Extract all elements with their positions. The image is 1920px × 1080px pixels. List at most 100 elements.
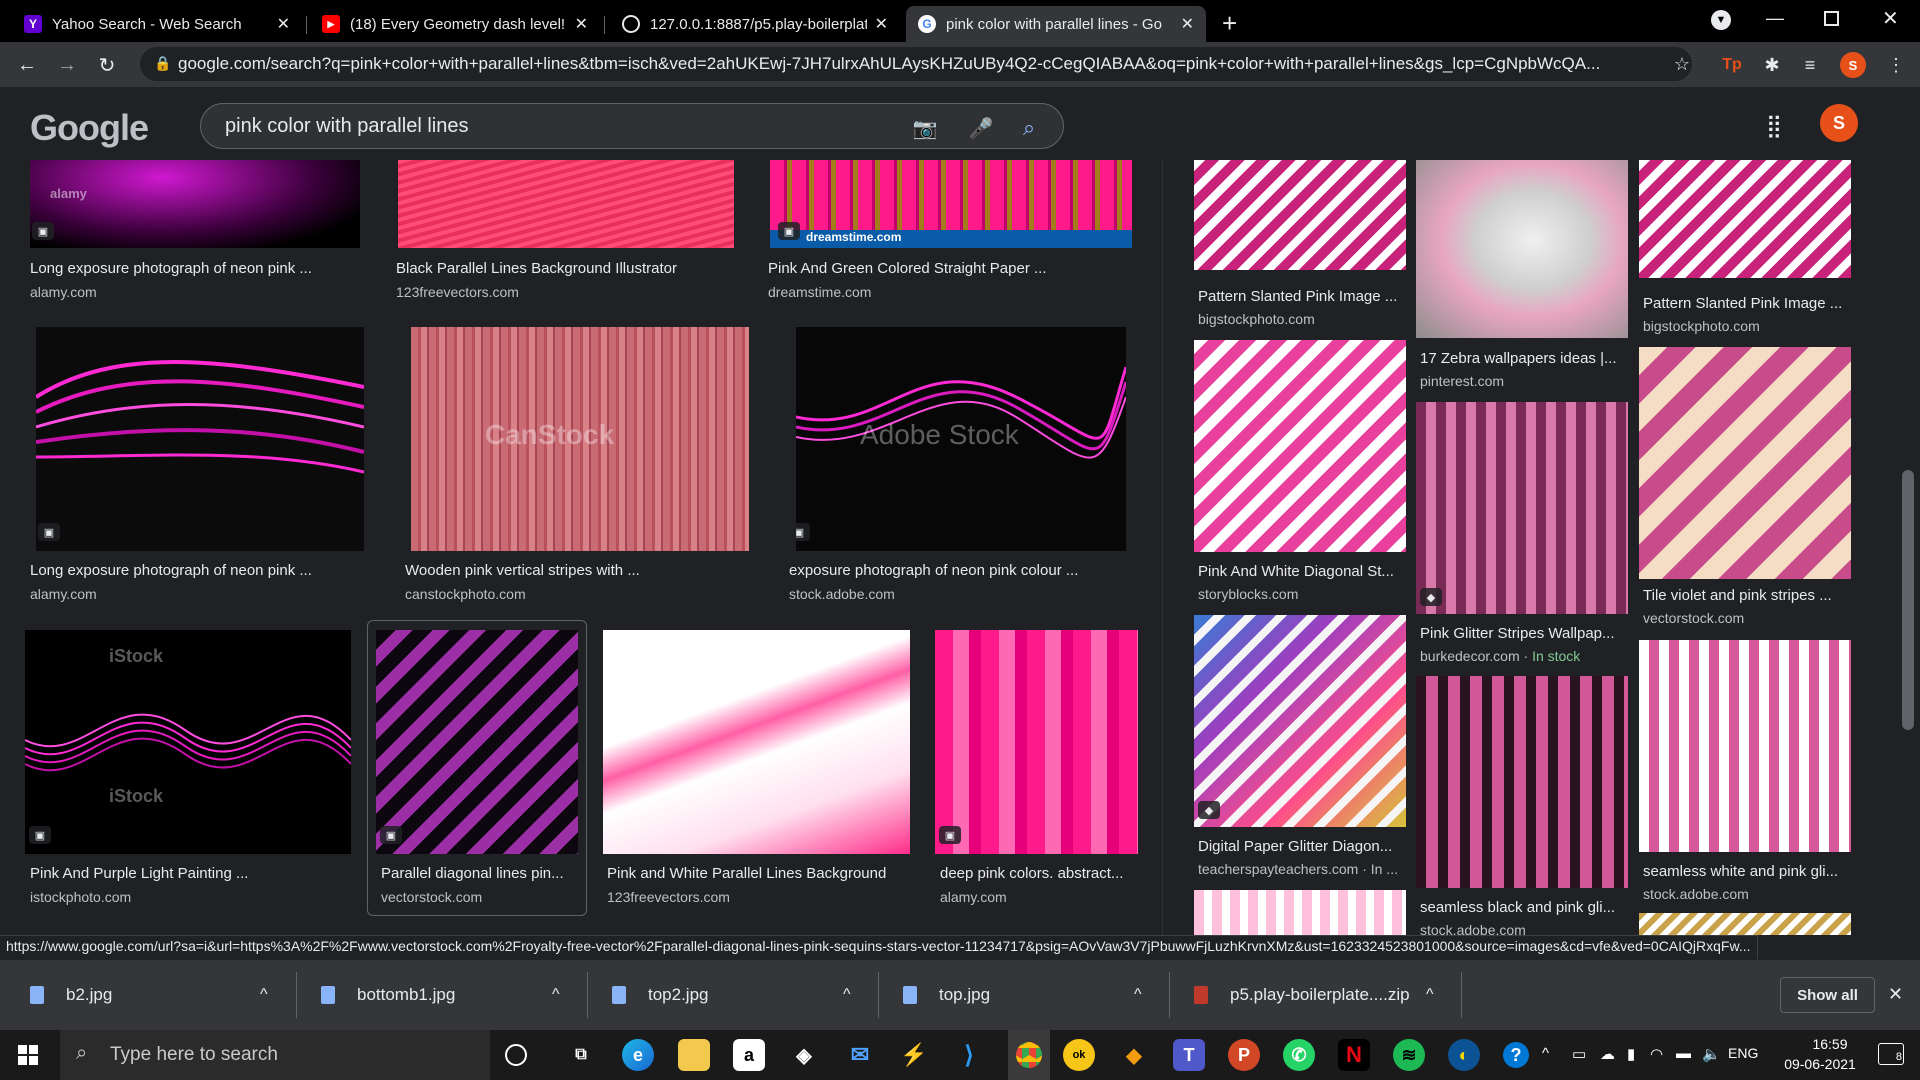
forward-icon[interactable]: → [52, 50, 82, 80]
result-thumbnail[interactable] [1416, 160, 1628, 338]
result-title[interactable]: Pink Glitter Stripes Wallpap... [1420, 625, 1630, 642]
result-title[interactable]: seamless white and pink gli... [1643, 863, 1853, 880]
result-thumbnail[interactable]: CanStock [411, 327, 749, 551]
meeting-icon[interactable]: ▬ [1676, 1045, 1691, 1062]
scrollbar-track[interactable] [1898, 160, 1920, 935]
wifi-icon[interactable]: ◠ [1650, 1045, 1663, 1063]
result-title[interactable]: Pink and White Parallel Lines Background [607, 865, 907, 882]
menu-kebab-icon[interactable]: ⋮ [1884, 53, 1908, 77]
result-title[interactable]: Long exposure photograph of neon pink ..… [30, 562, 360, 579]
chevron-up-icon[interactable]: ^ [1134, 986, 1142, 1004]
result-title[interactable]: exposure photograph of neon pink colour … [789, 562, 1129, 579]
account-avatar[interactable]: S [1820, 104, 1858, 142]
result-thumbnail[interactable]: ▣ [36, 327, 364, 551]
scrollbar-thumb[interactable] [1902, 470, 1914, 730]
mail-icon[interactable]: ✉ [844, 1039, 876, 1071]
result-thumbnail[interactable] [1194, 340, 1406, 552]
result-title[interactable]: Pattern Slanted Pink Image ... [1643, 295, 1853, 312]
address-bar[interactable]: 🔒 google.com/search?q=pink+color+with+pa… [140, 47, 1692, 81]
result-title[interactable]: deep pink colors. abstract... [940, 865, 1140, 882]
whatsapp-icon[interactable]: ✆ [1283, 1039, 1315, 1071]
cortana-icon[interactable] [505, 1044, 527, 1066]
back-icon[interactable]: ← [12, 50, 42, 80]
result-thumbnail[interactable]: ▣ [376, 630, 578, 854]
clock-time[interactable]: 16:59 [1790, 1036, 1870, 1052]
notification-center-icon[interactable]: 8 [1878, 1043, 1904, 1065]
show-all-button[interactable]: Show all [1780, 977, 1875, 1013]
result-thumbnail[interactable]: iStock iStock ▣ [25, 630, 351, 854]
search-icon[interactable]: ⌕ [1017, 115, 1041, 140]
result-thumbnail[interactable] [1194, 890, 1406, 935]
close-icon[interactable]: ✕ [575, 14, 588, 34]
close-downloads-icon[interactable]: ✕ [1888, 984, 1903, 1005]
result-thumbnail[interactable] [1416, 676, 1628, 888]
netflix-icon[interactable]: N [1338, 1039, 1370, 1071]
clock-date[interactable]: 09-06-2021 [1770, 1056, 1870, 1072]
vscode-icon[interactable]: ⟩ [953, 1039, 985, 1071]
chevron-up-icon[interactable]: ^ [260, 986, 268, 1004]
result-title[interactable]: Long exposure photograph of neon pink ..… [30, 260, 360, 277]
download-item[interactable]: p5.play-boilerplate....zip ^ [1164, 960, 1464, 1030]
chrome-icon[interactable] [1008, 1030, 1050, 1080]
result-thumbnail[interactable] [1639, 913, 1851, 935]
tab-youtube[interactable]: ▶ (18) Every Geometry dash level! w ✕ [310, 6, 600, 42]
git-icon[interactable]: ◆ [1118, 1039, 1150, 1071]
result-thumbnail[interactable] [1639, 640, 1851, 852]
window-close-icon[interactable]: ✕ [1882, 6, 1899, 31]
reading-list-icon[interactable]: ≡ [1798, 53, 1822, 77]
download-item[interactable]: top.jpg ^ [873, 960, 1165, 1030]
pacman-icon[interactable]: ◐ [1448, 1039, 1480, 1071]
reload-icon[interactable]: ↻ [92, 50, 122, 80]
result-thumbnail[interactable] [1639, 347, 1851, 579]
tab-localhost[interactable]: 127.0.0.1:8887/p5.play-boilerplat ✕ [610, 6, 900, 42]
close-icon[interactable]: ✕ [875, 14, 888, 34]
dropbox-icon[interactable]: ◈ [788, 1039, 820, 1071]
arrow-app-icon[interactable]: ⚡ [898, 1039, 930, 1071]
result-title[interactable]: 17 Zebra wallpapers ideas |... [1420, 350, 1630, 367]
result-title[interactable]: Black Parallel Lines Background Illustra… [396, 260, 736, 277]
help-icon[interactable]: ? [1503, 1042, 1529, 1068]
restore-icon[interactable] [1824, 11, 1839, 26]
battery-icon[interactable]: ▮ [1627, 1045, 1635, 1063]
result-title[interactable]: seamless black and pink gli... [1420, 899, 1630, 916]
download-item[interactable]: b2.jpg ^ [0, 960, 296, 1030]
bookmark-star-icon[interactable]: ☆ [1670, 52, 1694, 76]
chevron-up-icon[interactable]: ^ [1426, 986, 1434, 1004]
result-thumbnail[interactable] [398, 160, 734, 248]
profile-avatar[interactable]: S [1840, 52, 1866, 78]
result-thumbnail[interactable]: ◆ [1416, 402, 1628, 614]
result-thumbnail[interactable]: Adobe Stock ▣ [796, 327, 1126, 551]
result-thumbnail[interactable]: dreamstime.com ▣ [770, 160, 1132, 248]
close-icon[interactable]: ✕ [1181, 14, 1194, 34]
teams-icon[interactable]: T [1173, 1039, 1205, 1071]
apps-grid-icon[interactable]: ⣿ [1766, 113, 1782, 139]
amazon-icon[interactable]: a [733, 1039, 765, 1071]
new-tab-button[interactable]: + [1222, 8, 1237, 39]
result-thumbnail[interactable] [1639, 160, 1851, 278]
download-item[interactable]: top2.jpg ^ [582, 960, 874, 1030]
chevron-up-icon[interactable]: ^ [843, 986, 851, 1004]
tab-yahoo[interactable]: Y Yahoo Search - Web Search ✕ [12, 6, 302, 42]
result-thumbnail[interactable] [603, 630, 910, 854]
extension-tp-icon[interactable]: Tp [1720, 53, 1744, 77]
task-view-icon[interactable]: ⧉ [565, 1039, 597, 1071]
windows-start-icon[interactable] [18, 1045, 38, 1065]
result-title[interactable]: Wooden pink vertical stripes with ... [405, 562, 745, 579]
file-explorer-icon[interactable] [678, 1039, 710, 1071]
taskbar-search-input[interactable]: ⌕ Type here to search [60, 1030, 490, 1080]
minimize-icon[interactable]: — [1766, 8, 1784, 29]
chevron-up-icon[interactable]: ^ [552, 986, 560, 1004]
volume-icon[interactable]: 🔈 [1702, 1045, 1721, 1063]
extensions-puzzle-icon[interactable]: ✱ [1760, 53, 1784, 77]
camera-icon[interactable]: 📷 [913, 116, 938, 140]
result-title[interactable]: Parallel diagonal lines pin... [381, 865, 581, 882]
result-thumbnail[interactable]: ▣ [935, 630, 1138, 854]
result-title[interactable]: Pink And Green Colored Straight Paper ..… [768, 260, 1128, 277]
result-thumbnail[interactable] [1194, 160, 1406, 270]
powerpoint-icon[interactable]: P [1228, 1039, 1260, 1071]
result-title[interactable]: Pink And Purple Light Painting ... [30, 865, 360, 882]
tray-chevron-icon[interactable]: ^ [1542, 1045, 1549, 1062]
language-indicator[interactable]: ENG [1728, 1045, 1758, 1061]
result-title[interactable]: Tile violet and pink stripes ... [1643, 587, 1853, 604]
search-input[interactable]: pink color with parallel lines 📷 🎤 ⌕ [200, 103, 1064, 149]
